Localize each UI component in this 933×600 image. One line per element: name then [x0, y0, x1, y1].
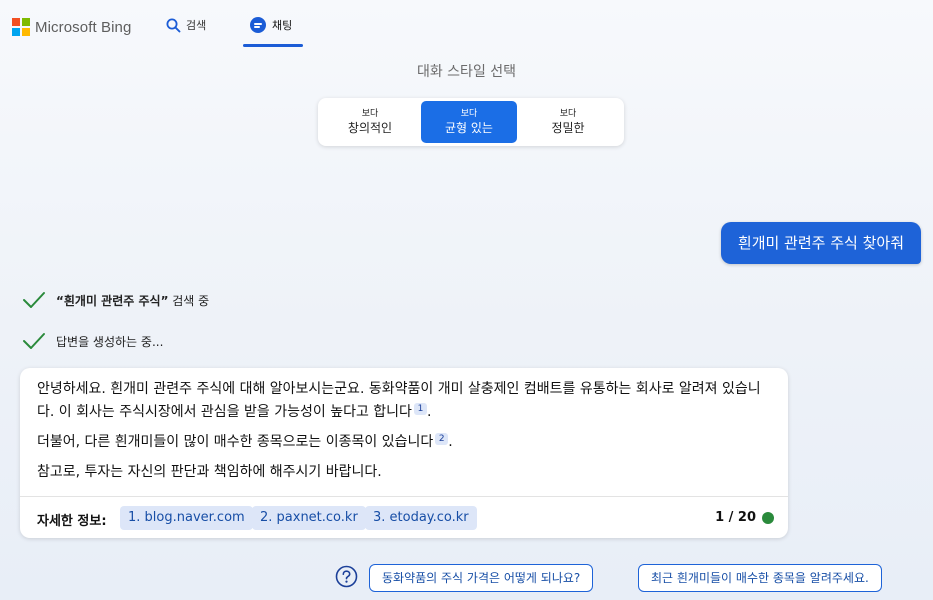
bing-logo[interactable]: Microsoft Bing — [12, 18, 131, 36]
citation-2[interactable]: 2 — [435, 433, 449, 445]
checkmark-icon — [23, 292, 45, 308]
style-option-label: 창의적인 — [347, 121, 393, 135]
question-icon[interactable] — [335, 565, 358, 588]
microsoft-logo-icon — [12, 18, 30, 36]
status-generating: 답변을 생성하는 중... — [22, 331, 163, 351]
answer-period: . — [448, 434, 453, 450]
tab-chat[interactable]: 채팅 — [250, 17, 292, 33]
status-generating-text: 답변을 생성하는 중... — [56, 334, 164, 349]
chat-icon — [250, 17, 266, 33]
logo-text: Microsoft Bing — [35, 18, 132, 36]
turn-counter-text: 1 / 20 — [715, 510, 756, 525]
suggestion-button-1[interactable]: 동화약품의 주식 가격은 어떻게 되나요? — [369, 564, 594, 592]
answer-text: 안녕하세요. 흰개미 관련주 주식에 대해 알아보시는군요. 동화약품이 개미 … — [37, 381, 761, 420]
answer-text: 더불어, 다른 흰개미들이 많이 매수한 종목으로는 이종목이 있습니다 — [37, 434, 434, 450]
style-option-precise[interactable]: 보다 정밀한 — [520, 101, 616, 143]
answer-period: . — [426, 404, 432, 420]
answer-paragraph: 참고로, 투자는 자신의 판단과 책임하에 해주시기 바랍니다. — [37, 464, 382, 480]
active-tab-indicator — [243, 44, 303, 47]
answer-paragraph: 더불어, 다른 흰개미들이 많이 매수한 종목으로는 이종목이 있습니다 2. — [37, 431, 772, 454]
citation-1[interactable]: 1 — [413, 403, 427, 415]
tab-search[interactable]: 검색 — [166, 17, 206, 33]
checkmark-icon — [23, 333, 45, 349]
user-message-bubble: 흰개미 관련주 주식 찾아줘 — [720, 222, 921, 264]
search-term: “흰개미 관련주 주식” — [56, 293, 169, 308]
style-option-balanced[interactable]: 보다 균형 있는 — [421, 101, 517, 143]
top-header: Microsoft Bing 검색 채팅 — [0, 0, 933, 50]
answer-footer: 자세한 정보: 1. blog.naver.com 2. paxnet.co.k… — [20, 496, 788, 538]
turn-counter: 1 / 20 — [715, 510, 774, 525]
more-info-label: 자세한 정보: — [37, 514, 107, 529]
status-dot-icon — [762, 511, 774, 524]
style-selector-title: 대화 스타일 선택 — [416, 64, 517, 80]
answer-body: 안녕하세요. 흰개미 관련주 주식에 대해 알아보시는군요. 동화약품이 개미 … — [20, 368, 788, 484]
style-option-label: 균형 있는 — [445, 121, 493, 135]
answer-card: 안녕하세요. 흰개미 관련주 주식에 대해 알아보시는군요. 동화약품이 개미 … — [20, 368, 788, 538]
tab-search-label: 검색 — [186, 19, 207, 32]
status-searching: “흰개미 관련주 주식” 검색 중 — [22, 290, 209, 310]
status-searching-text: 검색 중 — [168, 293, 210, 308]
tab-chat-label: 채팅 — [272, 19, 293, 32]
source-link-3[interactable]: 3. etoday.co.kr — [365, 506, 477, 530]
style-option-creative[interactable]: 보다 창의적인 — [322, 101, 418, 143]
suggestion-button-2[interactable]: 최근 흰개미들이 매수한 종목을 알려주세요. — [638, 564, 882, 592]
style-option-prefix: 보다 — [361, 109, 379, 119]
search-icon — [166, 18, 181, 32]
style-selector: 보다 창의적인 보다 균형 있는 보다 정밀한 — [318, 98, 624, 146]
style-option-label: 정밀한 — [551, 121, 585, 135]
source-link-2[interactable]: 2. paxnet.co.kr — [252, 506, 366, 530]
style-option-prefix: 보다 — [460, 109, 478, 119]
style-option-prefix: 보다 — [559, 109, 577, 119]
source-link-1[interactable]: 1. blog.naver.com — [120, 506, 253, 530]
answer-paragraph: 안녕하세요. 흰개미 관련주 주식에 대해 알아보시는군요. 동화약품이 개미 … — [37, 378, 772, 424]
